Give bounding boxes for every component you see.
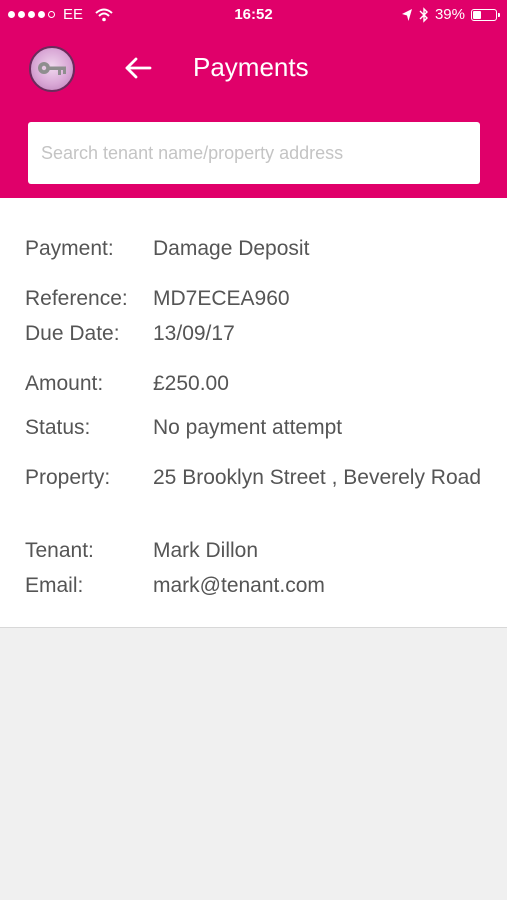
page-title: Payments	[193, 52, 309, 82]
detail-value: 25 Brooklyn Street , Beverely Road	[153, 466, 482, 489]
key-logo-icon[interactable]	[29, 46, 75, 92]
detail-value: 13/09/17	[153, 322, 235, 345]
detail-label: Reference:	[25, 287, 128, 310]
bluetooth-icon	[419, 6, 428, 23]
battery-icon	[471, 8, 500, 21]
key-icon	[38, 62, 66, 75]
detail-label: Amount:	[25, 372, 104, 395]
payment-details-card: Payment: Damage Deposit Reference: MD7EC…	[0, 198, 507, 628]
detail-value: Mark Dillon	[153, 539, 259, 562]
detail-value: £250.00	[153, 372, 229, 395]
status-bar: EE 16:52 39%	[0, 0, 507, 30]
app-header: EE 16:52 39% Payments Search tenant name…	[0, 0, 507, 198]
detail-value: Damage Deposit	[153, 237, 310, 260]
battery-level-fill	[473, 10, 481, 19]
battery-percent: 39%	[434, 6, 465, 23]
detail-value: No payment attempt	[153, 416, 343, 439]
location-arrow-icon	[401, 8, 412, 21]
detail-value: MD7ECEA960	[153, 287, 290, 310]
detail-value[interactable]: mark@tenant.com	[153, 574, 483, 597]
detail-label: Payment:	[25, 237, 114, 260]
search-input[interactable]	[28, 122, 480, 184]
detail-label: Property:	[25, 466, 111, 489]
detail-label: Email:	[25, 574, 84, 597]
back-arrow-icon[interactable]	[124, 56, 152, 80]
detail-label: Due Date:	[25, 322, 120, 345]
detail-label: Tenant:	[25, 539, 94, 562]
status-right: 39%	[401, 6, 500, 23]
detail-label: Status:	[25, 416, 91, 439]
